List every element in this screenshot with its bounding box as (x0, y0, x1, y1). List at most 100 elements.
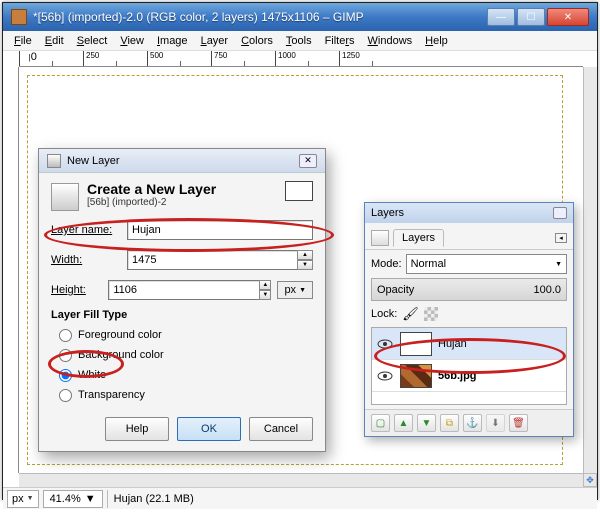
delete-layer-button[interactable]: 🗑 (509, 414, 528, 432)
fill-foreground-radio[interactable]: Foreground color (59, 325, 313, 345)
menu-windows[interactable]: Windows (363, 33, 418, 49)
eye-icon (377, 339, 393, 349)
fill-transparency-radio[interactable]: Transparency (59, 385, 313, 405)
menu-edit[interactable]: Edit (40, 33, 69, 49)
menubar: File Edit Select View Image Layer Colors… (3, 31, 597, 51)
layer-name[interactable]: 56b.jpg (438, 370, 477, 382)
opacity-value: 100.0 (533, 284, 561, 296)
preview-swatch (285, 181, 313, 201)
fill-white-radio[interactable]: White (59, 365, 313, 385)
visibility-toggle[interactable] (376, 335, 394, 353)
new-layer-button[interactable]: ▢ (371, 414, 390, 432)
minimize-button[interactable]: — (487, 8, 515, 26)
raise-layer-button[interactable]: ▲ (394, 414, 413, 432)
ruler-tick: 250 (83, 51, 147, 66)
menu-select[interactable]: Select (72, 33, 113, 49)
layer-name[interactable]: Hujan (438, 338, 467, 350)
eye-icon (377, 371, 393, 381)
menu-view[interactable]: View (115, 33, 149, 49)
chevron-down-icon: ▼ (85, 493, 96, 505)
panel-title: Layers (371, 207, 553, 219)
lock-pixels-icon[interactable]: 🖌 (402, 306, 419, 322)
help-button[interactable]: Help (105, 417, 169, 441)
cancel-button[interactable]: Cancel (249, 417, 313, 441)
panel-titlebar[interactable]: Layers (365, 203, 573, 223)
width-spinner[interactable]: ▲▼ (297, 250, 313, 270)
menu-file[interactable]: File (9, 33, 37, 49)
menu-filters[interactable]: Filters (320, 33, 360, 49)
ruler-horizontal[interactable]: |0 250 500 750 1000 1250 (19, 51, 583, 67)
dialog-heading: Create a New Layer (87, 181, 216, 197)
layer-thumbnail (400, 364, 432, 388)
ruler-tick: |0 (19, 51, 83, 66)
scrollbar-vertical[interactable] (583, 67, 597, 473)
width-input[interactable] (127, 250, 298, 270)
layer-name-label: Layer name: (51, 224, 127, 236)
chevron-down-icon: ▼ (299, 287, 306, 294)
window-title: *[56b] (imported)-2.0 (RGB color, 2 laye… (33, 10, 487, 24)
scrollbar-horizontal[interactable] (19, 473, 583, 487)
mode-combo[interactable]: Normal▼ (406, 254, 567, 274)
unit-value: px (12, 493, 24, 505)
ruler-tick: 750 (211, 51, 275, 66)
dialog-close-button[interactable]: ✕ (299, 154, 317, 168)
unit-combo[interactable]: px▼ (7, 490, 39, 508)
zoom-value: 41.4% (50, 493, 81, 505)
visibility-toggle[interactable] (376, 367, 394, 385)
dialog-subheading: [56b] (imported)-2 (87, 197, 216, 208)
close-button[interactable]: ✕ (547, 8, 589, 26)
panel-menu-button[interactable] (553, 207, 567, 219)
ruler-tick: 1250 (339, 51, 403, 66)
menu-image[interactable]: Image (152, 33, 193, 49)
menu-colors[interactable]: Colors (236, 33, 278, 49)
radio-label: Background color (78, 349, 164, 361)
width-label: Width: (51, 254, 127, 266)
anchor-layer-button[interactable]: ⚓ (463, 414, 482, 432)
spin-down-icon[interactable]: ▼ (259, 290, 271, 300)
navigation-button[interactable]: ✥ (583, 473, 597, 487)
layers-panel: Layers Layers ◂ Mode: Normal▼ Opacity 10… (364, 202, 574, 437)
maximize-button[interactable]: ☐ (517, 8, 545, 26)
chevron-down-icon: ▼ (27, 495, 34, 502)
new-layer-dialog: New Layer ✕ Create a New Layer [56b] (im… (38, 148, 326, 452)
statusbar: px▼ 41.4%▼ Hujan (22.1 MB) (3, 487, 597, 509)
ok-button[interactable]: OK (177, 417, 241, 441)
lock-alpha-icon[interactable] (424, 307, 438, 321)
layer-row[interactable]: Hujan (372, 328, 566, 360)
menu-layer[interactable]: Layer (196, 33, 234, 49)
ruler-tick: 1000 (275, 51, 339, 66)
height-spinner[interactable]: ▲▼ (259, 280, 271, 300)
height-label: Height: (51, 284, 108, 296)
dialog-titlebar[interactable]: New Layer ✕ (39, 149, 325, 173)
mode-label: Mode: (371, 258, 402, 270)
chevron-down-icon: ▼ (555, 261, 562, 268)
spin-up-icon[interactable]: ▲ (297, 250, 313, 260)
status-layer-label: Hujan (22.1 MB) (107, 490, 194, 508)
menu-tools[interactable]: Tools (281, 33, 317, 49)
radio-label: Transparency (78, 389, 145, 401)
lower-layer-button[interactable]: ▼ (417, 414, 436, 432)
fill-background-radio[interactable]: Background color (59, 345, 313, 365)
opacity-label: Opacity (377, 284, 414, 296)
tab-menu-button[interactable]: ◂ (555, 233, 567, 243)
height-input[interactable] (108, 280, 260, 300)
app-icon (11, 9, 27, 25)
unit-selector[interactable]: px▼ (277, 281, 313, 299)
layer-row[interactable]: 56b.jpg (372, 360, 566, 392)
layer-name-input[interactable] (127, 220, 313, 240)
opacity-slider[interactable]: Opacity 100.0 (371, 278, 567, 301)
layers-tab[interactable]: Layers (393, 229, 444, 247)
layer-thumbnail (400, 332, 432, 356)
spin-up-icon[interactable]: ▲ (259, 280, 271, 290)
menu-help[interactable]: Help (420, 33, 453, 49)
duplicate-layer-button[interactable]: ⧉ (440, 414, 459, 432)
layers-tab-icon[interactable] (371, 230, 389, 246)
new-layer-icon (51, 183, 79, 211)
merge-down-button[interactable]: ⬇ (486, 414, 505, 432)
spin-down-icon[interactable]: ▼ (297, 260, 313, 270)
radio-label: Foreground color (78, 329, 162, 341)
ruler-vertical[interactable] (3, 67, 19, 473)
titlebar[interactable]: *[56b] (imported)-2.0 (RGB color, 2 laye… (3, 3, 597, 31)
zoom-combo[interactable]: 41.4% ▼ (43, 490, 103, 508)
radio-label: White (78, 369, 106, 381)
